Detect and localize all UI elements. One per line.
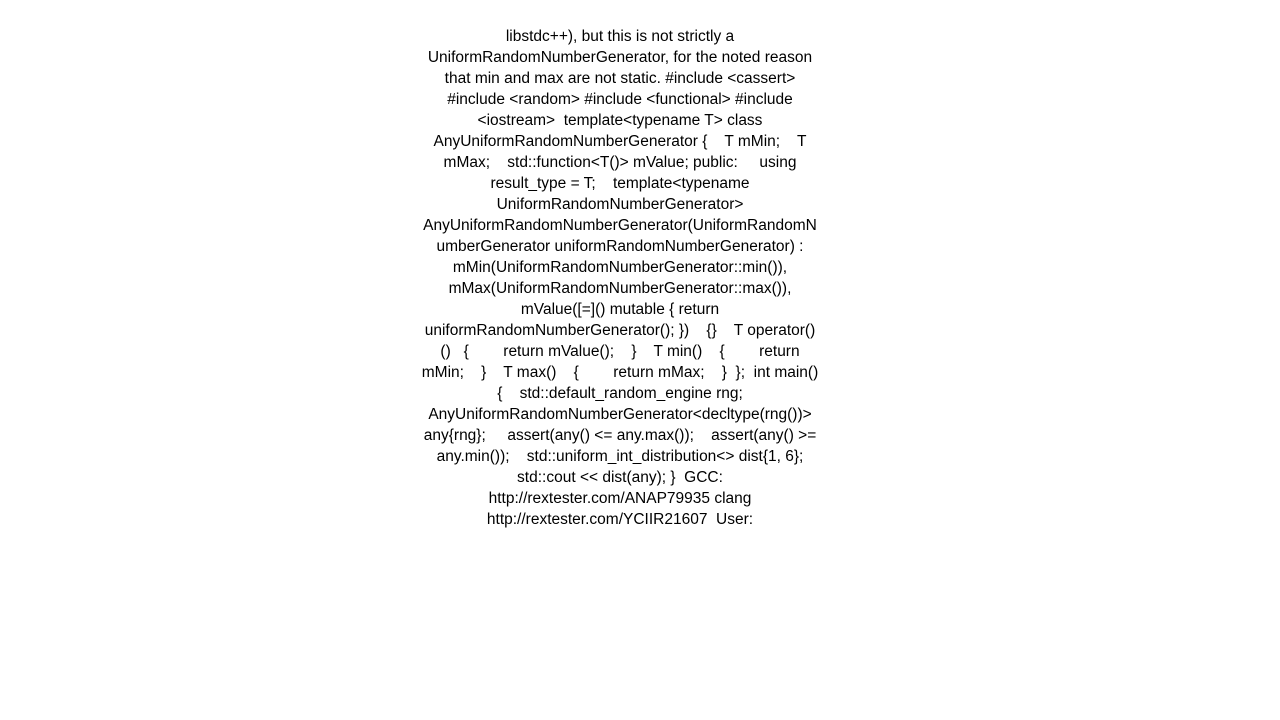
code-text-block: libstdc++), but this is not strictly a U… — [420, 0, 820, 572]
page-viewport: libstdc++), but this is not strictly a U… — [0, 0, 1280, 720]
code-text-paragraph: libstdc++), but this is not strictly a U… — [421, 28, 823, 528]
